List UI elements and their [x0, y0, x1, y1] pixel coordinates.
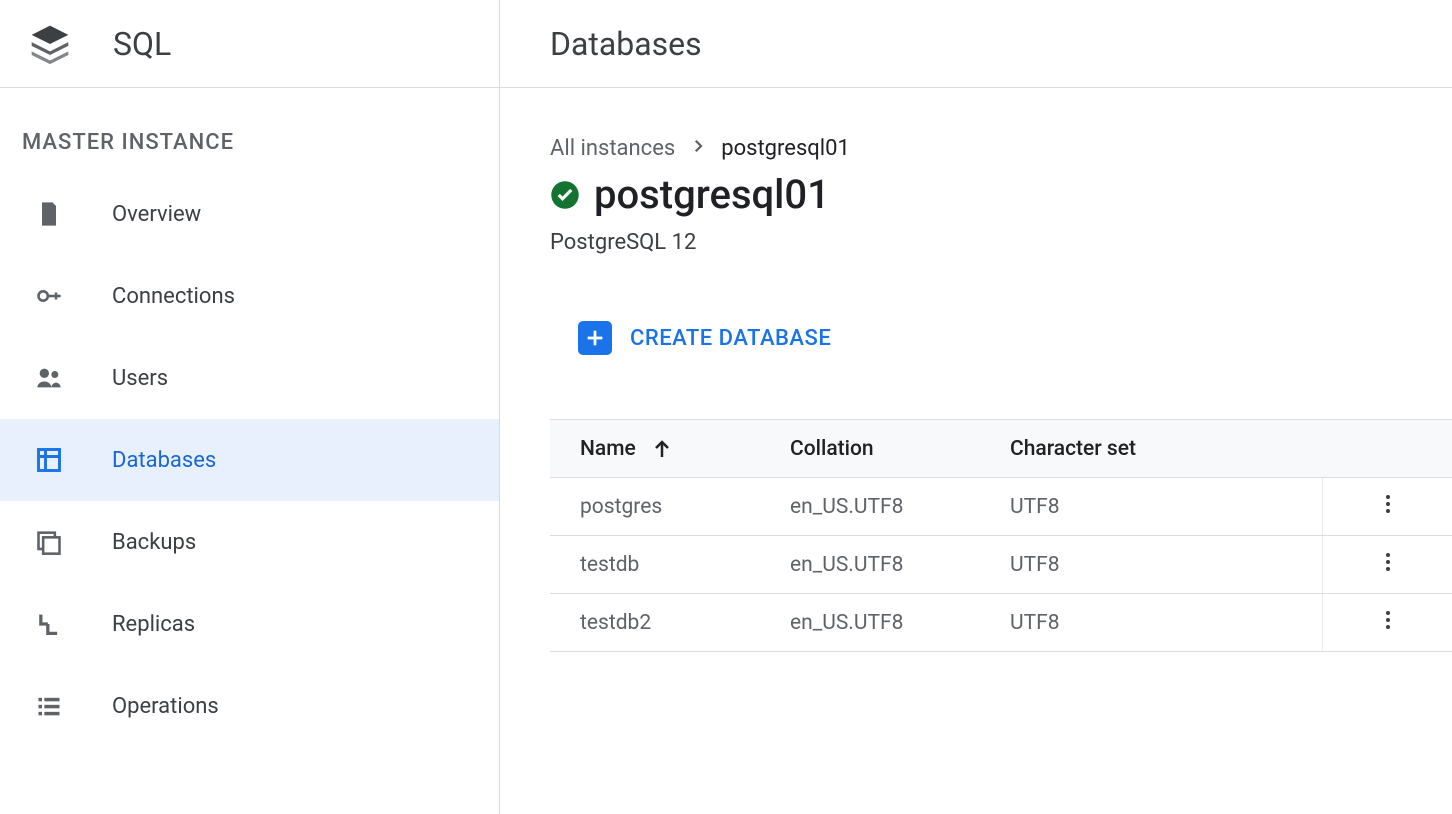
sidebar: SQL MASTER INSTANCE Overview Connections…	[0, 0, 500, 814]
row-actions-button[interactable]	[1322, 536, 1452, 593]
sidebar-item-users[interactable]: Users	[0, 337, 499, 419]
row-actions-button[interactable]	[1322, 594, 1452, 651]
databases-icon	[32, 443, 66, 477]
sidebar-item-backups[interactable]: Backups	[0, 501, 499, 583]
sql-logo-icon	[25, 19, 75, 69]
content-area: All instances postgresql01 postgresql01 …	[500, 88, 1452, 652]
breadcrumb: All instances postgresql01	[550, 136, 1452, 161]
instance-version: PostgreSQL 12	[550, 230, 1452, 255]
column-header-charset[interactable]: Character set	[1010, 437, 1280, 461]
column-header-name[interactable]: Name	[580, 437, 790, 461]
instance-title-row: postgresql01	[550, 171, 1452, 218]
sidebar-item-connections[interactable]: Connections	[0, 255, 499, 337]
sidebar-section-label: MASTER INSTANCE	[0, 88, 499, 173]
backups-icon	[32, 525, 66, 559]
cell-charset: UTF8	[1010, 611, 1280, 635]
sort-ascending-icon	[650, 437, 674, 461]
breadcrumb-current: postgresql01	[721, 136, 850, 161]
sidebar-item-databases[interactable]: Databases	[0, 419, 499, 501]
main-panel: Databases All instances postgresql01 pos…	[500, 0, 1452, 814]
column-header-name-label: Name	[580, 437, 636, 461]
cell-charset: UTF8	[1010, 553, 1280, 577]
cell-collation: en_US.UTF8	[790, 495, 1010, 519]
table-row: testdb2 en_US.UTF8 UTF8	[550, 594, 1452, 652]
status-running-icon	[550, 180, 580, 210]
sidebar-item-label: Backups	[112, 530, 196, 555]
table-header-row: Name Collation Character set	[550, 420, 1452, 478]
sidebar-item-label: Connections	[112, 284, 235, 309]
instance-name: postgresql01	[594, 171, 830, 218]
sidebar-header: SQL	[0, 0, 499, 88]
table-row: testdb en_US.UTF8 UTF8	[550, 536, 1452, 594]
replicas-icon	[32, 607, 66, 641]
product-title: SQL	[113, 25, 171, 63]
sidebar-item-replicas[interactable]: Replicas	[0, 583, 499, 665]
column-header-collation[interactable]: Collation	[790, 437, 1010, 461]
cell-name: testdb2	[580, 611, 790, 635]
sidebar-item-label: Replicas	[112, 612, 195, 637]
cell-name: testdb	[580, 553, 790, 577]
cell-collation: en_US.UTF8	[790, 611, 1010, 635]
create-database-button[interactable]: CREATE DATABASE	[550, 313, 839, 363]
table-row: postgres en_US.UTF8 UTF8	[550, 478, 1452, 536]
main-header: Databases	[500, 0, 1452, 88]
databases-table: Name Collation Character set postgres en…	[550, 419, 1452, 652]
connections-icon	[32, 279, 66, 313]
document-icon	[32, 197, 66, 231]
sidebar-item-operations[interactable]: Operations	[0, 665, 499, 747]
plus-icon	[578, 321, 612, 355]
users-icon	[32, 361, 66, 395]
sidebar-item-label: Users	[112, 366, 168, 391]
sidebar-item-label: Operations	[112, 694, 219, 719]
page-title: Databases	[550, 25, 702, 63]
cell-collation: en_US.UTF8	[790, 553, 1010, 577]
row-actions-button[interactable]	[1322, 478, 1452, 535]
cell-charset: UTF8	[1010, 495, 1280, 519]
more-vert-icon	[1376, 608, 1400, 638]
sidebar-item-label: Overview	[112, 202, 201, 227]
operations-icon	[32, 689, 66, 723]
sidebar-item-overview[interactable]: Overview	[0, 173, 499, 255]
more-vert-icon	[1376, 550, 1400, 580]
create-database-label: CREATE DATABASE	[630, 326, 831, 351]
breadcrumb-root[interactable]: All instances	[550, 136, 675, 161]
chevron-right-icon	[689, 136, 707, 161]
sidebar-item-label: Databases	[112, 448, 216, 473]
cell-name: postgres	[580, 495, 790, 519]
more-vert-icon	[1376, 492, 1400, 522]
